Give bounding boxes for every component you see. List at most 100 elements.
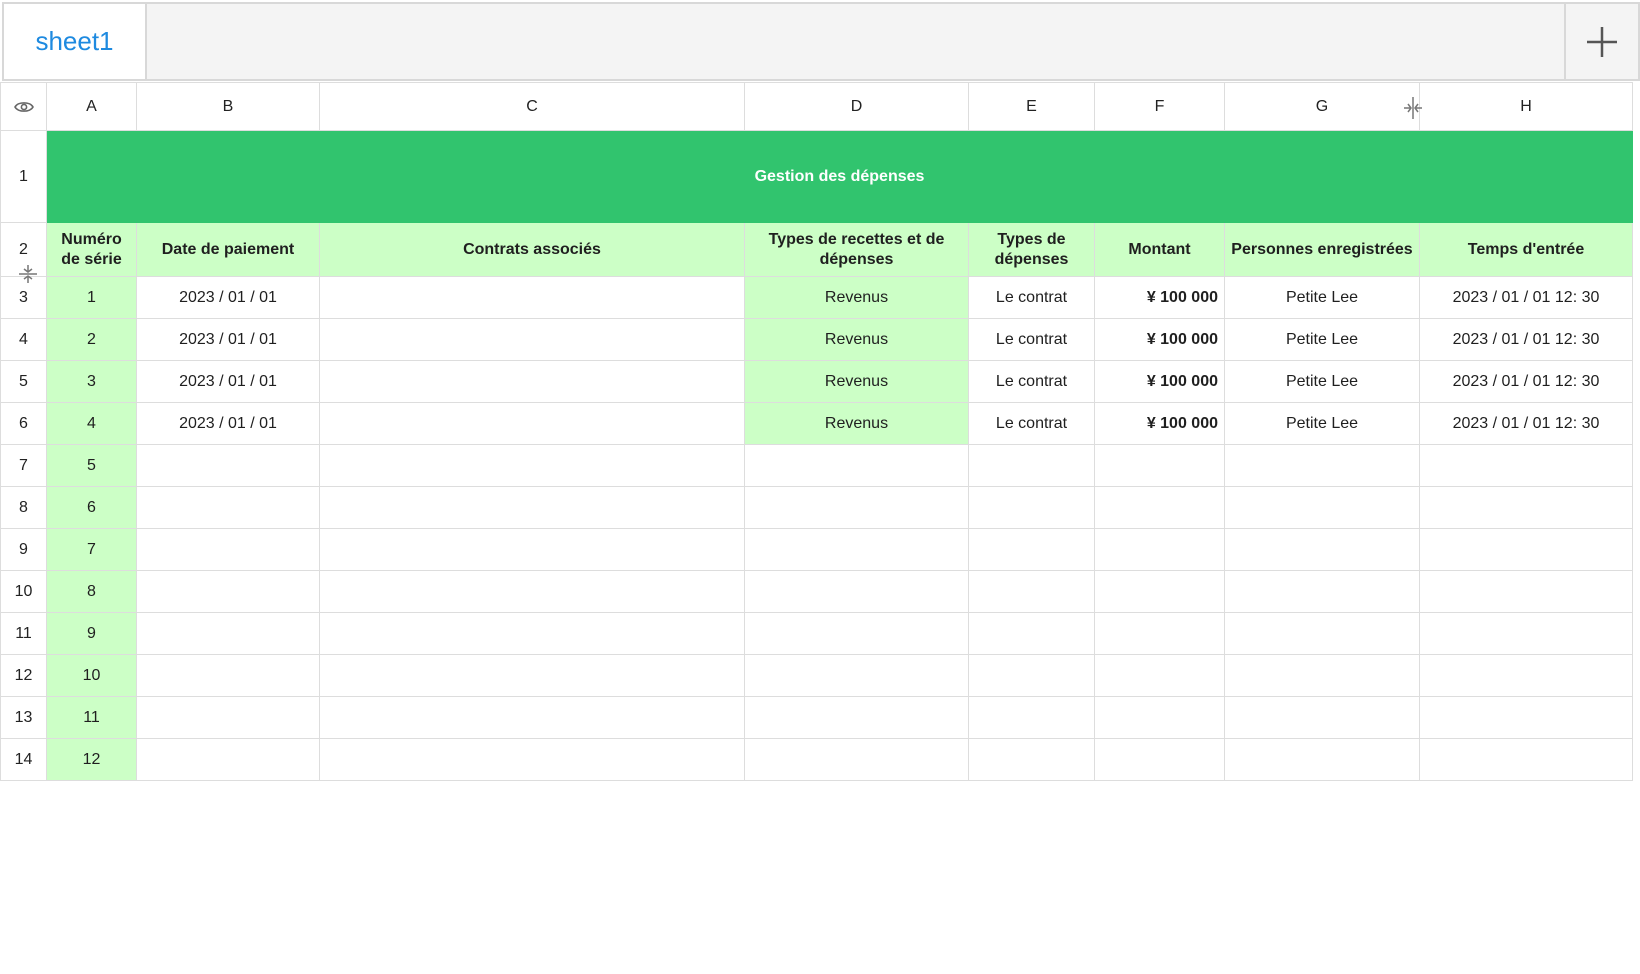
- cell-income-expense-type[interactable]: [744, 696, 969, 739]
- header-cell-registered-persons[interactable]: Personnes enregistrées: [1224, 222, 1420, 277]
- cell-expense-type[interactable]: Le contrat: [968, 402, 1095, 445]
- cell-registered-person[interactable]: Petite Lee: [1224, 276, 1420, 319]
- cell-contracts[interactable]: [319, 486, 745, 529]
- column-header-e[interactable]: E: [968, 82, 1095, 131]
- cell-contracts[interactable]: [319, 528, 745, 571]
- cell-serial[interactable]: 7: [46, 528, 137, 571]
- cell-registered-person[interactable]: [1224, 738, 1420, 781]
- row-header[interactable]: 14: [0, 738, 47, 781]
- cell-income-expense-type[interactable]: Revenus: [744, 360, 969, 403]
- header-cell-amount[interactable]: Montant: [1094, 222, 1225, 277]
- cell-entry-time[interactable]: 2023 / 01 / 01 12: 30: [1419, 276, 1633, 319]
- column-header-c[interactable]: C: [319, 82, 745, 131]
- cell-income-expense-type[interactable]: [744, 528, 969, 571]
- header-cell-serial[interactable]: Numéro de série: [46, 222, 137, 277]
- column-header-b[interactable]: B: [136, 82, 320, 131]
- cell-serial[interactable]: 2: [46, 318, 137, 361]
- cell-registered-person[interactable]: [1224, 570, 1420, 613]
- cell-contracts[interactable]: [319, 276, 745, 319]
- cell-registered-person[interactable]: [1224, 612, 1420, 655]
- row-resize-icon[interactable]: [18, 264, 38, 284]
- cell-registered-person[interactable]: [1224, 654, 1420, 697]
- row-header[interactable]: 1: [0, 130, 47, 223]
- cell-entry-time[interactable]: [1419, 696, 1633, 739]
- cell-serial[interactable]: 10: [46, 654, 137, 697]
- cell-serial[interactable]: 6: [46, 486, 137, 529]
- cell-entry-time[interactable]: 2023 / 01 / 01 12: 30: [1419, 318, 1633, 361]
- cell-entry-time[interactable]: [1419, 444, 1633, 487]
- cell-expense-type[interactable]: Le contrat: [968, 276, 1095, 319]
- cell-payment-date[interactable]: [136, 570, 320, 613]
- cell-amount[interactable]: [1094, 486, 1225, 529]
- cell-amount[interactable]: ¥ 100 000: [1094, 318, 1225, 361]
- cell-income-expense-type[interactable]: [744, 570, 969, 613]
- cell-amount[interactable]: [1094, 570, 1225, 613]
- cell-serial[interactable]: 9: [46, 612, 137, 655]
- row-header[interactable]: 13: [0, 696, 47, 739]
- cell-serial[interactable]: 3: [46, 360, 137, 403]
- cell-payment-date[interactable]: [136, 486, 320, 529]
- cell-payment-date[interactable]: [136, 444, 320, 487]
- row-header[interactable]: 9: [0, 528, 47, 571]
- cell-registered-person[interactable]: Petite Lee: [1224, 402, 1420, 445]
- cell-payment-date[interactable]: 2023 / 01 / 01: [136, 318, 320, 361]
- cell-expense-type[interactable]: Le contrat: [968, 318, 1095, 361]
- cell-contracts[interactable]: [319, 654, 745, 697]
- cell-registered-person[interactable]: Petite Lee: [1224, 318, 1420, 361]
- cell-expense-type[interactable]: [968, 696, 1095, 739]
- cell-serial[interactable]: 5: [46, 444, 137, 487]
- cell-expense-type[interactable]: [968, 486, 1095, 529]
- cell-amount[interactable]: [1094, 444, 1225, 487]
- cell-registered-person[interactable]: [1224, 444, 1420, 487]
- header-cell-contracts[interactable]: Contrats associés: [319, 222, 745, 277]
- column-header-a[interactable]: A: [46, 82, 137, 131]
- cell-contracts[interactable]: [319, 360, 745, 403]
- cell-registered-person[interactable]: [1224, 696, 1420, 739]
- cell-contracts[interactable]: [319, 612, 745, 655]
- column-resize-icon[interactable]: [1402, 96, 1424, 120]
- cell-amount[interactable]: ¥ 100 000: [1094, 402, 1225, 445]
- cell-entry-time[interactable]: [1419, 612, 1633, 655]
- cell-entry-time[interactable]: [1419, 738, 1633, 781]
- cell-entry-time[interactable]: 2023 / 01 / 01 12: 30: [1419, 402, 1633, 445]
- column-header-d[interactable]: D: [744, 82, 969, 131]
- cell-amount[interactable]: [1094, 528, 1225, 571]
- cell-payment-date[interactable]: 2023 / 01 / 01: [136, 402, 320, 445]
- cell-payment-date[interactable]: [136, 612, 320, 655]
- cell-serial[interactable]: 11: [46, 696, 137, 739]
- cell-entry-time[interactable]: [1419, 654, 1633, 697]
- cell-payment-date[interactable]: [136, 738, 320, 781]
- cell-income-expense-type[interactable]: Revenus: [744, 276, 969, 319]
- cell-income-expense-type[interactable]: Revenus: [744, 402, 969, 445]
- cell-income-expense-type[interactable]: [744, 444, 969, 487]
- column-header-f[interactable]: F: [1094, 82, 1225, 131]
- cell-amount[interactable]: [1094, 738, 1225, 781]
- cell-expense-type[interactable]: [968, 612, 1095, 655]
- cell-income-expense-type[interactable]: [744, 612, 969, 655]
- cell-amount[interactable]: ¥ 100 000: [1094, 360, 1225, 403]
- cell-serial[interactable]: 4: [46, 402, 137, 445]
- cell-expense-type[interactable]: [968, 738, 1095, 781]
- cell-contracts[interactable]: [319, 570, 745, 613]
- cell-income-expense-type[interactable]: [744, 654, 969, 697]
- cell-income-expense-type[interactable]: [744, 486, 969, 529]
- cell-amount[interactable]: [1094, 612, 1225, 655]
- row-header[interactable]: 7: [0, 444, 47, 487]
- row-header[interactable]: 4: [0, 318, 47, 361]
- cell-serial[interactable]: 1: [46, 276, 137, 319]
- cell-entry-time[interactable]: [1419, 486, 1633, 529]
- header-cell-income-expense-type[interactable]: Types de recettes et de dépenses: [744, 222, 969, 277]
- header-cell-expense-type[interactable]: Types de dépenses: [968, 222, 1095, 277]
- cell-contracts[interactable]: [319, 696, 745, 739]
- cell-registered-person[interactable]: [1224, 486, 1420, 529]
- cell-serial[interactable]: 8: [46, 570, 137, 613]
- cell-contracts[interactable]: [319, 402, 745, 445]
- header-cell-payment-date[interactable]: Date de paiement: [136, 222, 320, 277]
- header-cell-entry-time[interactable]: Temps d'entrée: [1419, 222, 1633, 277]
- cell-payment-date[interactable]: 2023 / 01 / 01: [136, 360, 320, 403]
- column-header-h[interactable]: H: [1419, 82, 1633, 131]
- row-header[interactable]: 6: [0, 402, 47, 445]
- cell-payment-date[interactable]: [136, 696, 320, 739]
- cell-amount[interactable]: ¥ 100 000: [1094, 276, 1225, 319]
- cell-contracts[interactable]: [319, 444, 745, 487]
